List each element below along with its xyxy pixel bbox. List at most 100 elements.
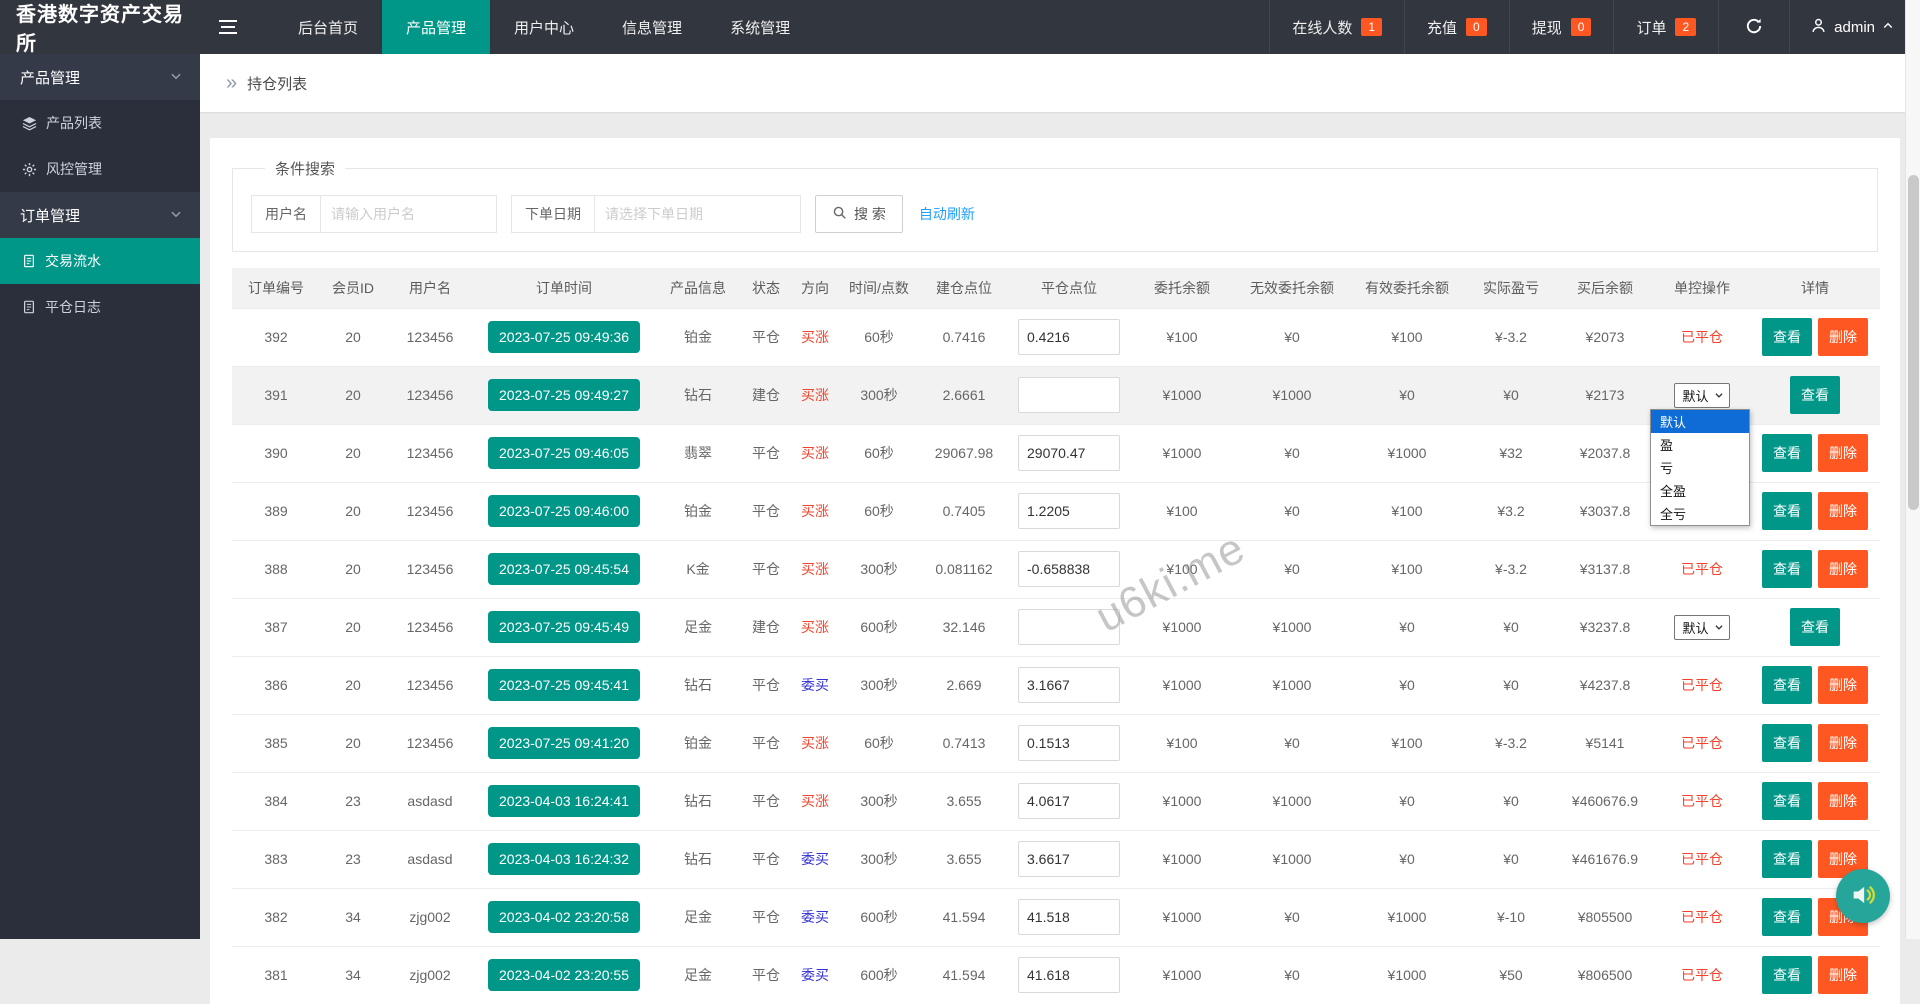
close-point-input[interactable] <box>1018 435 1120 471</box>
delete-button[interactable]: 删除 <box>1818 724 1868 762</box>
username-input[interactable] <box>321 196 496 232</box>
username-filter-label: 用户名 <box>252 196 321 232</box>
control-select[interactable]: 默认 <box>1674 615 1729 640</box>
dropdown-option[interactable]: 默认 <box>1651 410 1749 433</box>
close-point-input[interactable] <box>1018 609 1120 645</box>
view-button[interactable]: 查看 <box>1762 840 1812 878</box>
sidebar-item[interactable]: 风控管理 <box>0 146 200 192</box>
close-point-input[interactable] <box>1018 493 1120 529</box>
delete-button[interactable]: 删除 <box>1818 434 1868 472</box>
view-button[interactable]: 查看 <box>1790 608 1840 646</box>
cell-balance-after: ¥806500 <box>1556 946 1654 1004</box>
stat-item[interactable]: 在线人数1 <box>1269 0 1404 54</box>
sidebar-item[interactable]: 交易流水 <box>0 238 200 284</box>
search-row: 用户名 下单日期 搜 索 自动刷新 <box>251 195 1859 233</box>
close-point-input[interactable] <box>1018 667 1120 703</box>
nav-menu-item[interactable]: 用户中心 <box>490 0 598 54</box>
cell-invalid-entrust-balance: ¥1000 <box>1236 598 1348 656</box>
control-select-dropdown: 默认盈亏全盈全亏 <box>1650 409 1750 526</box>
stat-item[interactable]: 订单2 <box>1613 0 1718 54</box>
user-menu[interactable]: admin <box>1789 0 1920 54</box>
delete-button[interactable]: 删除 <box>1818 492 1868 530</box>
order-time-button[interactable]: 2023-07-25 09:41:20 <box>488 727 640 759</box>
delete-button[interactable]: 删除 <box>1818 782 1868 820</box>
dropdown-option[interactable]: 盈 <box>1651 433 1749 456</box>
nav-menu-item[interactable]: 后台首页 <box>274 0 382 54</box>
nav-menu-item[interactable]: 信息管理 <box>598 0 706 54</box>
sidebar-group[interactable]: 产品管理 <box>0 54 200 100</box>
cell-open-point: 2.669 <box>918 656 1010 714</box>
cell-period: 300秒 <box>840 830 918 888</box>
delete-button[interactable]: 删除 <box>1818 666 1868 704</box>
cell-period: 300秒 <box>840 772 918 830</box>
close-point-input[interactable] <box>1018 725 1120 761</box>
cell-entrust-balance: ¥1000 <box>1128 598 1236 656</box>
stat-item[interactable]: 提现0 <box>1509 0 1614 54</box>
view-button[interactable]: 查看 <box>1762 782 1812 820</box>
sidebar-item[interactable]: 平仓日志 <box>0 284 200 330</box>
cell-product: 足金 <box>654 946 742 1004</box>
view-button[interactable]: 查看 <box>1762 898 1812 936</box>
view-button[interactable]: 查看 <box>1762 724 1812 762</box>
close-point-input[interactable] <box>1018 841 1120 877</box>
nav-menu-item[interactable]: 产品管理 <box>382 0 490 54</box>
cell-entrust-balance: ¥100 <box>1128 308 1236 366</box>
cell-close-point <box>1010 830 1128 888</box>
order-time-button[interactable]: 2023-07-25 09:46:05 <box>488 437 640 469</box>
close-point-input[interactable] <box>1018 319 1120 355</box>
cell-product: 铂金 <box>654 308 742 366</box>
order-time-button[interactable]: 2023-07-25 09:46:00 <box>488 495 640 527</box>
cell-direction: 买涨 <box>790 424 840 482</box>
order-time-button[interactable]: 2023-04-03 16:24:41 <box>488 785 640 817</box>
control-select[interactable]: 默认 <box>1674 383 1729 408</box>
delete-button[interactable]: 删除 <box>1818 956 1868 994</box>
hamburger-icon[interactable] <box>200 0 256 54</box>
close-point-input[interactable] <box>1018 899 1120 935</box>
cell-balance-after: ¥3237.8 <box>1556 598 1654 656</box>
dropdown-option[interactable]: 亏 <box>1651 456 1749 479</box>
sidebar-item[interactable]: 产品列表 <box>0 100 200 146</box>
order-time-button[interactable]: 2023-07-25 09:45:54 <box>488 553 640 585</box>
delete-button[interactable]: 删除 <box>1818 318 1868 356</box>
sidebar-group[interactable]: 订单管理 <box>0 192 200 238</box>
close-point-input[interactable] <box>1018 377 1120 413</box>
nav-menu-item[interactable]: 系统管理 <box>706 0 814 54</box>
refresh-button[interactable] <box>1718 0 1789 54</box>
cell-actual-profit: ¥32 <box>1466 424 1556 482</box>
cell-product: 钻石 <box>654 830 742 888</box>
order-date-input[interactable] <box>595 196 800 232</box>
order-time-button[interactable]: 2023-07-25 09:49:27 <box>488 379 640 411</box>
cell-status: 建仓 <box>742 598 790 656</box>
cell-member-id: 23 <box>320 830 386 888</box>
order-time-button[interactable]: 2023-04-02 23:20:58 <box>488 901 640 933</box>
order-time-button[interactable]: 2023-07-25 09:45:49 <box>488 611 640 643</box>
order-time-button[interactable]: 2023-07-25 09:45:41 <box>488 669 640 701</box>
cell-balance-after: ¥461676.9 <box>1556 830 1654 888</box>
cell-status: 平仓 <box>742 424 790 482</box>
close-point-input[interactable] <box>1018 551 1120 587</box>
view-button[interactable]: 查看 <box>1762 492 1812 530</box>
dropdown-option[interactable]: 全亏 <box>1651 502 1749 525</box>
view-button[interactable]: 查看 <box>1790 376 1840 414</box>
view-button[interactable]: 查看 <box>1762 434 1812 472</box>
view-button[interactable]: 查看 <box>1762 666 1812 704</box>
view-button[interactable]: 查看 <box>1762 956 1812 994</box>
order-time-button[interactable]: 2023-04-02 23:20:55 <box>488 959 640 991</box>
stat-item[interactable]: 充值0 <box>1404 0 1509 54</box>
delete-button[interactable]: 删除 <box>1818 550 1868 588</box>
close-point-input[interactable] <box>1018 957 1120 993</box>
dropdown-option[interactable]: 全盈 <box>1651 479 1749 502</box>
view-button[interactable]: 查看 <box>1762 318 1812 356</box>
date-filter-group: 下单日期 <box>511 195 801 233</box>
auto-refresh-link[interactable]: 自动刷新 <box>919 204 975 224</box>
order-time-button[interactable]: 2023-07-25 09:49:36 <box>488 321 640 353</box>
view-button[interactable]: 查看 <box>1762 550 1812 588</box>
vertical-scrollbar[interactable] <box>1905 0 1920 939</box>
close-point-input[interactable] <box>1018 783 1120 819</box>
order-time-button[interactable]: 2023-04-03 16:24:32 <box>488 843 640 875</box>
cell-username: 123456 <box>386 598 474 656</box>
sound-toggle-button[interactable] <box>1836 869 1890 923</box>
scrollbar-thumb[interactable] <box>1908 175 1919 510</box>
position-closed-label: 已平仓 <box>1681 851 1723 867</box>
search-button[interactable]: 搜 索 <box>815 195 903 233</box>
